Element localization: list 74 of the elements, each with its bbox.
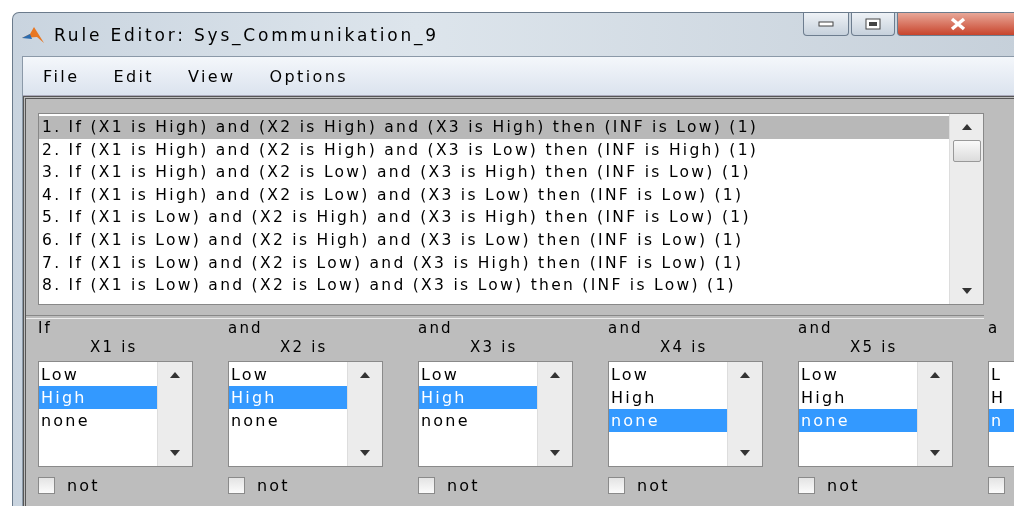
scroll-up-icon[interactable] xyxy=(930,372,940,378)
rule-list[interactable] xyxy=(38,113,984,305)
option-item[interactable]: H xyxy=(989,386,1014,409)
rule-item[interactable]: 8. If (X1 is Low) and (X2 is Low) and (X3 is Low) then (INF is Low) (1) xyxy=(39,274,949,297)
option-listbox[interactable]: Low High none xyxy=(798,361,953,467)
option-item[interactable]: High xyxy=(609,386,727,409)
menu-item[interactable]: File xyxy=(33,63,90,89)
option-listbox[interactable]: L H n xyxy=(988,361,1014,467)
not-checkbox[interactable] xyxy=(38,476,55,494)
scroll-up-icon[interactable] xyxy=(170,372,180,378)
window-title: Rule Editor: Sys_Communikation_9 xyxy=(54,24,439,45)
rule-item[interactable]: 4. If (X1 is High) and (X2 is Low) and (X3 is Low) then (INF is Low) (1) xyxy=(39,183,949,207)
option-item[interactable]: none xyxy=(39,409,157,432)
scroll-up-icon[interactable] xyxy=(360,372,370,378)
scroll-up-icon[interactable] xyxy=(550,372,560,378)
not-checkbox[interactable] xyxy=(798,476,815,494)
scroll-up-icon[interactable] xyxy=(961,124,972,130)
not-label: not xyxy=(827,475,860,495)
maximize-button[interactable] xyxy=(851,13,895,36)
menu-item[interactable]: Options xyxy=(259,63,359,89)
variable-label: X5 is xyxy=(849,337,899,357)
not-checkbox[interactable] xyxy=(608,476,625,494)
scroll-up-icon[interactable] xyxy=(740,372,750,378)
option-item[interactable]: L xyxy=(989,363,1014,386)
minimize-icon xyxy=(818,21,834,27)
option-listbox[interactable]: Low High none xyxy=(228,361,383,467)
option-item[interactable]: High xyxy=(799,386,917,409)
scroll-down-icon[interactable] xyxy=(961,288,972,294)
option-listbox[interactable]: Low High none xyxy=(418,361,573,467)
rule-item[interactable]: 7. If (X1 is Low) and (X2 is Low) and (X3 is High) then (INF is Low) (1) xyxy=(39,251,949,275)
minimize-button[interactable] xyxy=(803,13,849,36)
variable-label: X1 is xyxy=(89,337,139,357)
scroll-down-icon[interactable] xyxy=(360,450,370,456)
rule-item[interactable]: 1. If (X1 is High) and (X2 is High) and (X3 is High) then (INF is Low) (1) xyxy=(39,116,949,139)
rule-item[interactable]: 3. If (X1 is High) and (X2 is Low) and (X3 is High) then (INF is Low) (1) xyxy=(39,161,949,184)
connector-label: If xyxy=(38,319,54,337)
variable-label: X3 is xyxy=(469,337,519,357)
scroll-down-icon[interactable] xyxy=(930,450,940,456)
option-item[interactable]: Low xyxy=(609,363,727,386)
scroll-down-icon[interactable] xyxy=(170,450,180,456)
close-icon xyxy=(949,17,967,31)
connector-label: and xyxy=(798,319,834,337)
rule-item[interactable]: 5. If (X1 is Low) and (X2 is High) and (X3 is High) then (INF is Low) (1) xyxy=(39,206,949,229)
connector-label: and xyxy=(418,319,454,337)
option-listbox[interactable]: Low High none xyxy=(608,361,763,467)
close-button[interactable] xyxy=(897,13,1014,36)
not-label: not xyxy=(447,475,480,495)
scroll-thumb[interactable] xyxy=(952,140,981,162)
not-checkbox[interactable] xyxy=(418,476,435,494)
option-item[interactable]: none xyxy=(419,409,537,432)
scroll-down-icon[interactable] xyxy=(740,450,750,456)
connector-label: and xyxy=(608,319,644,337)
maximize-icon xyxy=(865,18,881,30)
not-checkbox[interactable] xyxy=(228,476,245,494)
menu-item[interactable]: Edit xyxy=(103,63,164,89)
variable-label: X4 is xyxy=(659,337,709,357)
not-label: not xyxy=(257,475,290,495)
rule-item[interactable]: 2. If (X1 is High) and (X2 is High) and (X3 is Low) then (INF is High) (1) xyxy=(39,138,949,162)
scrollbar[interactable] xyxy=(949,114,983,304)
rule-item[interactable]: 6. If (X1 is Low) and (X2 is High) and (X3 is Low) then (INF is Low) (1) xyxy=(39,228,949,252)
option-item[interactable]: Low xyxy=(39,363,157,386)
not-label: not xyxy=(637,475,670,495)
menu-item[interactable]: View xyxy=(177,63,246,89)
option-listbox[interactable]: Low High none xyxy=(38,361,193,467)
connector-label: a xyxy=(988,319,1001,337)
not-label: not xyxy=(67,475,100,495)
option-item[interactable]: none xyxy=(229,409,347,432)
option-item[interactable]: Low xyxy=(419,363,537,386)
connector-label: and xyxy=(228,319,264,337)
scroll-down-icon[interactable] xyxy=(550,450,560,456)
not-checkbox[interactable] xyxy=(988,476,1005,494)
variable-label: X2 is xyxy=(279,337,329,357)
option-item[interactable]: Low xyxy=(799,363,917,386)
option-item[interactable]: Low xyxy=(229,363,347,386)
